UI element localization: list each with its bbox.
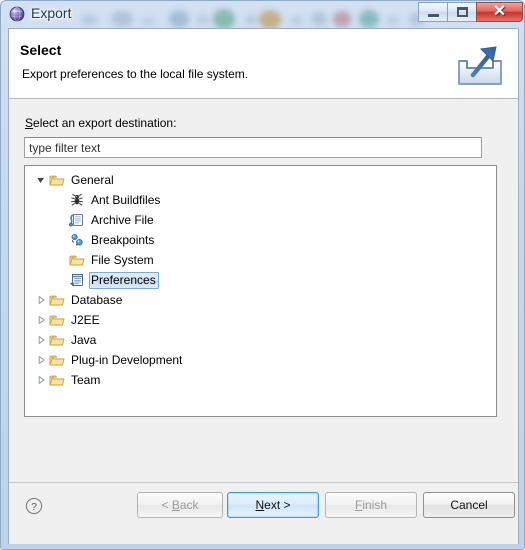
wizard-body: Select an export destination: General Ant… xyxy=(9,99,518,482)
close-button[interactable]: ✕ xyxy=(476,2,523,22)
tree-item-general[interactable]: General xyxy=(25,170,496,190)
tree-item-label: Team xyxy=(71,372,101,387)
wizard-header: Select Export preferences to the local f… xyxy=(9,29,518,99)
dialog-button-bar: ? < Back Next > Finish Cancel xyxy=(9,482,518,544)
tree-item-label: Archive File xyxy=(91,212,154,227)
cancel-button-label: Cancel xyxy=(450,498,488,512)
expander-expanded-icon[interactable] xyxy=(33,175,49,185)
next-button[interactable]: Next > xyxy=(227,492,319,518)
window-title: Export xyxy=(31,5,72,21)
ant-icon xyxy=(69,192,85,208)
tree-item-plug-in-development[interactable]: Plug-in Development xyxy=(25,350,496,370)
tree-item-breakpoints[interactable]: Breakpoints xyxy=(25,230,496,250)
back-button-label: < Back xyxy=(161,498,199,512)
help-icon[interactable]: ? xyxy=(25,497,43,515)
folder-icon xyxy=(69,252,85,268)
destination-label-text: elect an export destination: xyxy=(33,116,177,130)
tree-item-label: Breakpoints xyxy=(91,232,155,247)
preferences-icon xyxy=(69,272,85,288)
back-button[interactable]: < Back xyxy=(137,492,223,518)
filter-input[interactable] xyxy=(24,137,482,158)
cancel-button[interactable]: Cancel xyxy=(423,492,515,518)
folder-icon xyxy=(49,312,65,328)
expander-collapsed-icon[interactable] xyxy=(33,355,49,365)
expander-collapsed-icon[interactable] xyxy=(33,315,49,325)
page-description: Export preferences to the local file sys… xyxy=(22,67,249,81)
tree-item-team[interactable]: Team xyxy=(25,370,496,390)
window-controls: ✕ xyxy=(418,2,523,23)
tree-item-label: File System xyxy=(91,252,154,267)
tree-item-java[interactable]: Java xyxy=(25,330,496,350)
tree-item-label: J2EE xyxy=(71,312,100,327)
tree-item-label: Java xyxy=(71,332,97,347)
tree-item-label: Ant Buildfiles xyxy=(91,192,161,207)
finish-button[interactable]: Finish xyxy=(325,492,417,518)
tree-item-label: General xyxy=(71,172,114,187)
folder-icon xyxy=(49,172,65,188)
archive-file-icon xyxy=(69,212,85,228)
export-destination-tree[interactable]: General Ant Buildfiles Archive File Breakpo… xyxy=(24,165,497,417)
minimize-button[interactable] xyxy=(418,2,447,22)
destination-label-mnemonic: S xyxy=(25,116,34,130)
minimize-icon xyxy=(427,14,439,17)
dialog-client-area: Select Export preferences to the local f… xyxy=(8,28,519,544)
tree-item-preferences[interactable]: Preferences xyxy=(25,270,496,290)
tree-rows-container: General Ant Buildfiles Archive File Breakpo… xyxy=(25,166,496,390)
tree-item-ant-buildfiles[interactable]: Ant Buildfiles xyxy=(25,190,496,210)
tree-item-database[interactable]: Database xyxy=(25,290,496,310)
finish-button-label: Finish xyxy=(354,498,388,512)
expander-collapsed-icon[interactable] xyxy=(33,335,49,345)
tree-item-archive-file[interactable]: Archive File xyxy=(25,210,496,230)
title-bar[interactable]: Export ✕ xyxy=(1,1,524,28)
svg-text:?: ? xyxy=(31,501,37,513)
maximize-button[interactable] xyxy=(447,2,476,22)
next-button-label: Next > xyxy=(255,498,291,512)
breakpoints-icon xyxy=(69,232,85,248)
maximize-icon xyxy=(456,7,468,17)
expander-collapsed-icon[interactable] xyxy=(33,375,49,385)
folder-icon xyxy=(49,372,65,388)
tree-item-file-system[interactable]: File System xyxy=(25,250,496,270)
export-wizard-icon xyxy=(452,37,508,91)
destination-label: Select an export destination: xyxy=(25,116,176,130)
folder-icon xyxy=(49,352,65,368)
tree-item-j2ee[interactable]: J2EE xyxy=(25,310,496,330)
folder-icon xyxy=(49,332,65,348)
close-icon: ✕ xyxy=(492,3,507,20)
tree-item-label: Plug-in Development xyxy=(71,352,183,367)
folder-icon xyxy=(49,292,65,308)
export-dialog-window: Export ✕ Select Export preferences to th… xyxy=(0,0,525,550)
eclipse-globe-icon xyxy=(9,6,25,22)
expander-collapsed-icon[interactable] xyxy=(33,295,49,305)
tree-item-label: Preferences xyxy=(89,271,159,289)
tree-item-label: Database xyxy=(71,292,123,307)
page-title: Select xyxy=(20,42,62,58)
